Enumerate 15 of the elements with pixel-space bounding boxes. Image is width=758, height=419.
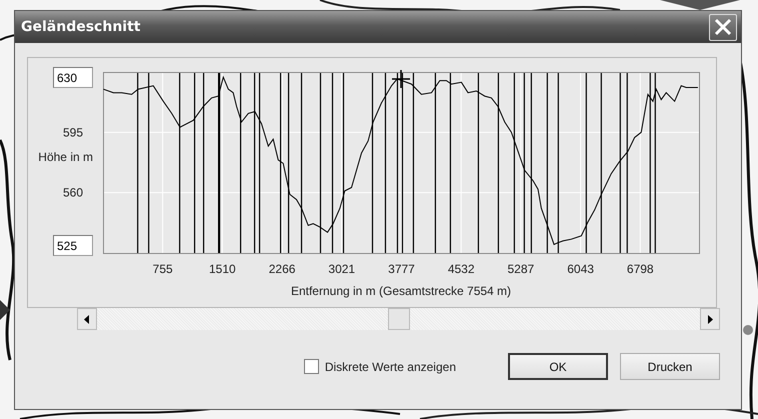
axis-title: Höhe in m [38, 149, 93, 165]
axis-tick-label: 755 [152, 262, 173, 276]
axis-tick-label: 1510 [208, 262, 236, 276]
axis-tick-label: 6798 [626, 262, 654, 276]
axis-tick-label: 3021 [328, 262, 356, 276]
axis-tick-label: 3777 [388, 262, 415, 276]
axis-tick-label: 4532 [448, 262, 475, 276]
window-title: Geländeschnitt [21, 19, 140, 35]
axis-tick-label: 560 [62, 186, 84, 200]
axis-tick-label: 6043 [567, 262, 594, 276]
axis-tick-label: 5287 [507, 262, 534, 276]
checkbox-label: Diskrete Werte anzeigen [324, 360, 456, 374]
axis-tick-label: 595 [62, 125, 84, 140]
axis-title: Entfernung in m (Gesamtstrecke 7554 m) [290, 284, 512, 298]
axis-tick-label: 2266 [268, 262, 296, 276]
